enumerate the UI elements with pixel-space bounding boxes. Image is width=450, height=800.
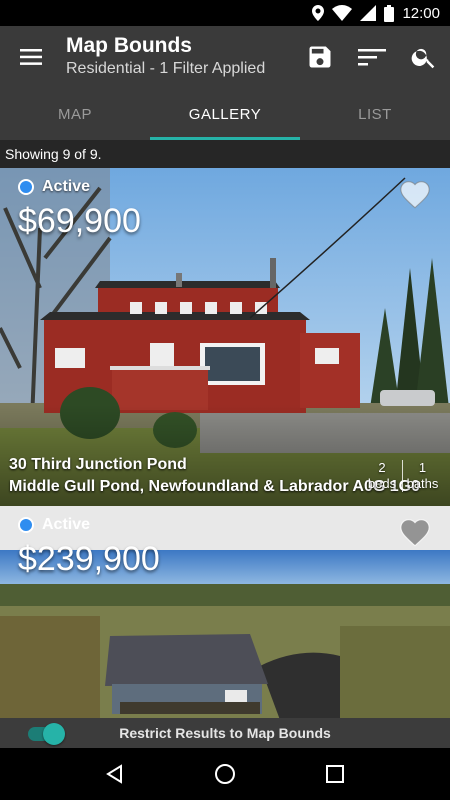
listing-price: $239,900 [18,540,160,578]
hamburger-menu-icon[interactable] [0,26,62,88]
location-icon [312,5,325,21]
tab-map[interactable]: MAP [0,88,150,140]
home-icon[interactable] [205,754,245,794]
status-label: Active [42,516,91,533]
listing-card[interactable]: Active $239,900 [0,506,450,720]
status-dot-icon [18,179,34,195]
baths-count: 1 [418,460,427,475]
wifi-icon [332,5,353,21]
toolbar-title-block: Map Bounds Residential - 1 Filter Applie… [62,34,294,80]
view-tabs: MAP GALLERY LIST [0,88,450,140]
baths-label: baths [406,476,439,491]
search-icon[interactable] [398,26,450,88]
signal-icon [360,5,377,21]
system-navigation-bar [0,748,450,800]
recents-icon[interactable] [315,754,355,794]
listing-status: Active [18,178,90,196]
clock: 12:00 [402,4,440,22]
result-count: Showing 9 of 9. [0,140,450,168]
sort-icon[interactable] [346,26,398,88]
beds-label: beds [367,476,397,491]
beds-count: 2 [378,460,386,475]
address-street: 30 Third Junction Pond [9,456,187,473]
save-icon[interactable] [294,26,346,88]
listing-price: $69,900 [18,202,141,240]
baths-spec: 1 baths [402,460,442,492]
tab-gallery[interactable]: GALLERY [150,88,300,140]
listing-address: 30 Third Junction Pond Middle Gull Pond,… [9,454,420,498]
beds-spec: 2 beds [362,460,402,492]
restrict-map-bounds-label: Restrict Results to Map Bounds [119,725,331,741]
listing-specs: 2 beds 1 baths [362,460,442,492]
address-city: Middle Gull Pond, Newfoundland & Labrado… [9,478,420,495]
app-toolbar: Map Bounds Residential - 1 Filter Applie… [0,26,450,88]
favorite-heart-icon[interactable] [398,515,432,547]
back-icon[interactable] [95,754,135,794]
battery-icon [384,4,395,22]
status-dot-icon [18,517,34,533]
page-title: Map Bounds [66,34,192,57]
tab-list[interactable]: LIST [300,88,450,140]
favorite-heart-icon[interactable] [398,177,432,209]
restrict-map-bounds-bar: Restrict Results to Map Bounds [0,718,450,748]
status-bar: 12:00 [0,0,450,26]
filter-summary: Residential - 1 Filter Applied [66,60,266,77]
listing-card[interactable]: Active $69,900 30 Third Junction Pond Mi… [0,168,450,506]
listing-status: Active [18,516,90,534]
status-label: Active [42,178,91,195]
